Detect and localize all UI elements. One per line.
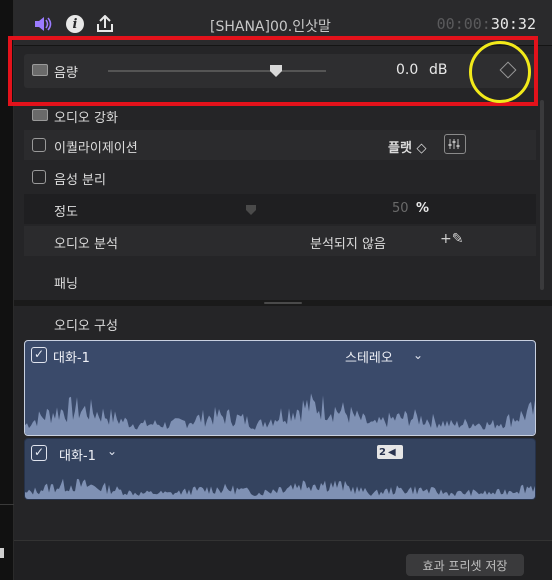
clip-title: [SHANA]00.인삿말 xyxy=(210,19,331,35)
channel-badge-number: 2 xyxy=(379,446,386,458)
enhancement-title: 오디오 강화 xyxy=(54,111,118,126)
panning-label: 패닝 xyxy=(54,277,78,292)
equalizer-icon[interactable] xyxy=(444,134,466,154)
volume-section-icon[interactable] xyxy=(32,64,48,76)
equalization-row: 이퀄라이제이션 플랫 ◇ xyxy=(24,130,536,160)
inspector-header: i [SHANA]00.인삿말 00:00:30:32 xyxy=(14,0,552,46)
volume-unit: dB xyxy=(429,62,448,78)
amount-row: 정도 50 % xyxy=(24,194,536,224)
chevron-down-icon[interactable]: ⌄ xyxy=(107,444,117,458)
voice-isolation-row: 음성 분리 xyxy=(24,162,536,192)
component-2-checkbox[interactable]: ✓ xyxy=(31,445,47,461)
voice-isolation-label: 음성 분리 xyxy=(54,173,106,188)
chevron-down-icon[interactable]: ⌄ xyxy=(413,348,423,362)
audio-inspector: i [SHANA]00.인삿말 00:00:30:32 음량 0.0 dB 오디… xyxy=(8,0,552,580)
inspector-scrollbar[interactable] xyxy=(540,100,544,290)
audio-configuration-title: 오디오 구성 xyxy=(54,319,118,334)
channel-badge: 2 ◀ xyxy=(377,445,403,459)
info-icon[interactable]: i xyxy=(64,14,86,34)
volume-value[interactable]: 0.0 xyxy=(396,62,418,78)
left-strip xyxy=(0,0,14,580)
enhancement-section-icon xyxy=(32,109,48,121)
audio-enhancement-header[interactable]: 오디오 강화 xyxy=(24,100,536,130)
volume-row: 음량 0.0 dB xyxy=(24,54,536,88)
timecode-bright: 30:32 xyxy=(490,15,536,33)
waveform-2 xyxy=(25,478,535,499)
audio-component-2[interactable]: ✓ 대화-1 ⌄ 2 ◀ xyxy=(24,438,536,500)
waveform-1 xyxy=(25,393,535,435)
divider-handle[interactable] xyxy=(264,302,302,304)
voice-isolation-checkbox[interactable] xyxy=(32,170,46,184)
share-icon[interactable] xyxy=(94,14,116,34)
amount-unit: % xyxy=(416,201,430,216)
volume-slider[interactable] xyxy=(108,70,326,72)
speaker-icon: ◀ xyxy=(387,446,396,458)
volume-slider-knob[interactable] xyxy=(270,65,282,77)
timecode-dim: 00:00: xyxy=(436,15,491,33)
strip-marker xyxy=(0,548,4,558)
equalization-label: 이퀄라이제이션 xyxy=(54,141,138,156)
analysis-status: 분석되지 않음 xyxy=(310,237,386,252)
inspector-footer: 효과 프리셋 저장 xyxy=(14,540,552,580)
audio-analysis-label: 오디오 분석 xyxy=(54,237,118,252)
timecode: 00:00:30:32 xyxy=(437,15,536,33)
amount-slider-knob[interactable] xyxy=(246,205,256,215)
strip-divider xyxy=(0,504,14,505)
speaker-icon[interactable] xyxy=(32,14,54,34)
component-1-channel-select[interactable]: 스테레오 xyxy=(345,347,393,366)
component-2-name: 대화-1 xyxy=(59,449,96,464)
equalization-preset-select[interactable]: 플랫 ◇ xyxy=(388,137,426,156)
panning-row[interactable]: 패닝 xyxy=(24,266,536,296)
save-effects-preset-button[interactable]: 효과 프리셋 저장 xyxy=(406,554,524,576)
volume-label: 음량 xyxy=(54,66,78,81)
audio-analysis-row: 오디오 분석 분석되지 않음 +✎ xyxy=(24,226,536,256)
amount-label: 정도 xyxy=(54,205,78,220)
keyframe-diamond-icon[interactable] xyxy=(499,61,517,79)
component-1-name: 대화-1 xyxy=(53,351,90,366)
equalization-checkbox[interactable] xyxy=(32,138,46,152)
magic-wand-icon[interactable]: +✎ xyxy=(440,231,463,247)
audio-component-1[interactable]: ✓ 대화-1 스테레오 ⌄ xyxy=(24,340,536,436)
amount-value[interactable]: 50 xyxy=(392,201,409,216)
component-1-checkbox[interactable]: ✓ xyxy=(31,347,47,363)
pane-divider[interactable] xyxy=(14,300,552,306)
